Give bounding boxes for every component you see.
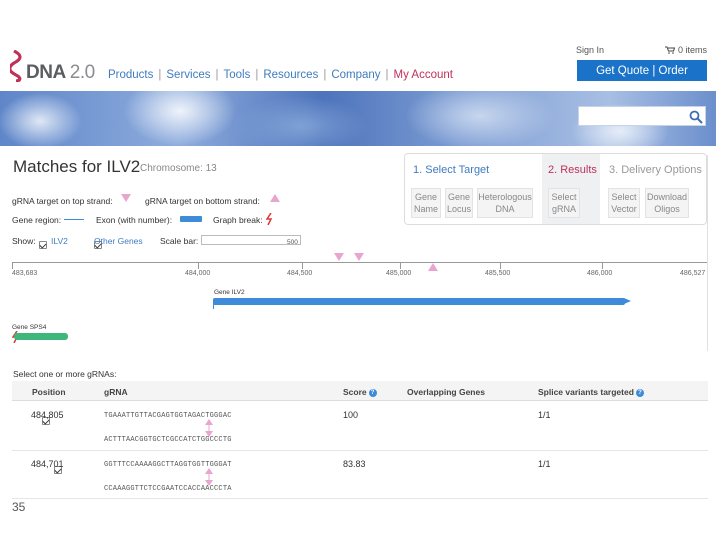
pam-marker-icon: [205, 419, 213, 437]
row-position: 484,701: [31, 459, 64, 469]
gene-ilv2-track-label: Gene ILV2: [214, 289, 245, 296]
ruler-label: 486,527: [680, 270, 706, 277]
gene-sps4-exon-bar[interactable]: [14, 333, 68, 340]
select-vector-button[interactable]: Select Vector: [608, 188, 640, 218]
gene-ilv2-exon-bar[interactable]: [213, 298, 625, 305]
show-label: Show:: [12, 236, 36, 246]
legend-bottom-strand-label: gRNA target on bottom strand:: [145, 196, 260, 206]
col-overlapping-genes[interactable]: Overlapping Genes: [407, 387, 485, 397]
scale-bar-label: Scale bar:: [160, 236, 199, 246]
row-splice-variants: 1/1: [538, 459, 551, 469]
step-results[interactable]: 2. Results: [548, 164, 597, 176]
col-score[interactable]: Score?: [343, 387, 377, 397]
select-grna-instruction: Select one or more gRNAs:: [13, 369, 117, 379]
col-position[interactable]: Position: [32, 387, 66, 397]
ruler-label: 483,683: [12, 270, 38, 277]
chromosome-label: Chromosome: 13: [140, 163, 217, 174]
genome-ruler: [12, 262, 708, 270]
row-divider: [12, 450, 708, 451]
heterologous-dna-button[interactable]: Heterologous DNA: [477, 188, 533, 218]
splice-help-icon[interactable]: ?: [635, 388, 644, 397]
brand-name: DNA: [26, 62, 65, 83]
row-score: 83.83: [343, 459, 366, 469]
ruler-label: 485,000: [386, 270, 412, 277]
search-icon[interactable]: [689, 110, 703, 124]
download-oligos-button[interactable]: Download Oligos: [645, 188, 689, 218]
nav-my-account[interactable]: My Account: [394, 69, 453, 81]
legend-exon-label: Exon (with number):: [96, 215, 173, 225]
gene-region-line-icon: [64, 219, 84, 220]
row-position: 484,805: [31, 410, 64, 420]
get-quote-order-button[interactable]: Get Quote | Order: [577, 60, 707, 81]
bottom-strand-marker-icon: [270, 194, 280, 202]
graph-break-icon: [266, 213, 273, 225]
show-ilv2-label[interactable]: ILV2: [51, 236, 68, 246]
select-grna-button[interactable]: Select gRNA: [548, 188, 580, 218]
dna-helix-logo-icon: [10, 50, 22, 82]
grna-bottom-sequence: ACTTTAACGGTGCTCGCCATCTGGCCCTG: [104, 436, 232, 444]
grna-marker-top-1-icon[interactable]: [334, 253, 344, 261]
show-ilv2-checkbox[interactable]: [39, 240, 47, 249]
search-input[interactable]: [578, 106, 706, 126]
nav-company[interactable]: Company: [331, 69, 380, 81]
row-score: 100: [343, 410, 359, 420]
ruler-label: 484,000: [185, 270, 211, 277]
nav-products[interactable]: Products: [108, 69, 153, 81]
nav-services[interactable]: Services: [166, 69, 210, 81]
workflow-steps-panel: 1. Select Target 2. Results 3. Delivery …: [404, 153, 707, 225]
cart-count: 0 items: [678, 45, 708, 55]
nav-tools[interactable]: Tools: [224, 69, 251, 81]
gene-ilv2-direction-arrow-icon: [624, 298, 631, 304]
scale-bar-value: 500: [287, 239, 298, 246]
gene-name-button[interactable]: Gene Name: [411, 188, 441, 218]
show-other-genes-label[interactable]: Other Genes: [94, 236, 143, 246]
row-divider: [12, 498, 708, 499]
score-help-icon[interactable]: ?: [368, 388, 377, 397]
legend-graph-break-label: Graph break:: [213, 215, 263, 225]
brand-version: 2.0: [69, 62, 95, 83]
ruler-label: 486,000: [587, 270, 613, 277]
panel-divider: [707, 155, 708, 351]
slide-number: 35: [12, 500, 26, 514]
cart-icon: [665, 46, 675, 54]
nav-resources[interactable]: Resources: [263, 69, 318, 81]
sign-in-link[interactable]: Sign In: [576, 45, 604, 55]
exon-bar-icon: [180, 216, 202, 222]
top-strand-marker-icon: [121, 194, 131, 202]
ruler-label: 485,500: [485, 270, 511, 277]
step-delivery-options[interactable]: 3. Delivery Options: [609, 164, 702, 176]
grna-bottom-sequence: CCAAAGGTTCTCCGAATCCACCAACCCTA: [104, 485, 232, 493]
main-nav: Products | Services | Tools | Resources | Co…: [108, 69, 453, 81]
page-title: Matches for ILV2: [13, 157, 141, 176]
gene-sps4-track-label: Gene SPS4: [12, 324, 47, 331]
cart-link[interactable]: 0 items: [665, 45, 707, 55]
row-splice-variants: 1/1: [538, 410, 551, 420]
scale-bar: [201, 235, 301, 245]
col-grna[interactable]: gRNA: [104, 387, 128, 397]
gene-locus-button[interactable]: Gene Locus: [445, 188, 473, 218]
brand-logo[interactable]: DNA 2.0: [26, 62, 95, 84]
step-select-target[interactable]: 1. Select Target: [413, 164, 489, 176]
legend-gene-region-label: Gene region:: [12, 215, 62, 225]
pam-marker-icon: [205, 468, 213, 486]
grna-marker-top-2-icon[interactable]: [354, 253, 364, 261]
ruler-label: 484,500: [287, 270, 313, 277]
col-splice-variants[interactable]: Splice variants targeted?: [538, 387, 644, 397]
legend-top-strand-label: gRNA target on top strand:: [12, 196, 113, 206]
